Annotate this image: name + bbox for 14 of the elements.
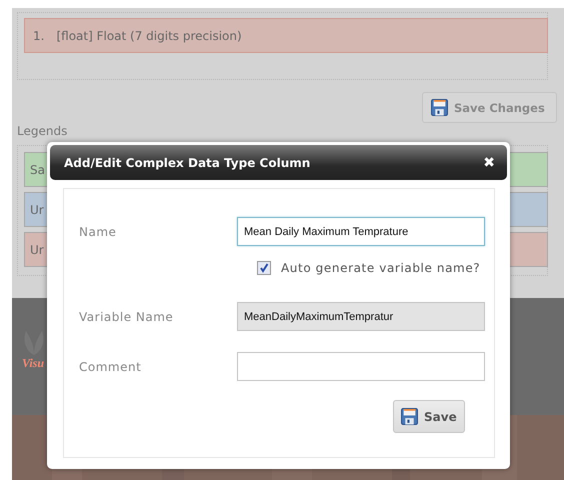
save-button[interactable]: Save [393,400,465,433]
leaf-icon [22,330,46,356]
input-field[interactable]: Mean Daily Maximum Temprature [237,217,485,246]
checkbox[interactable] [257,261,271,275]
close-button[interactable]: ✖ [483,154,495,170]
field-label: Comment [79,360,142,374]
item-number: 1. [33,28,44,42]
dialog-title: Add/Edit Complex Data Type Column [64,156,310,170]
input-field[interactable]: MeanDailyMaximumTempratur [237,302,485,331]
section-heading: Legends [17,124,68,140]
field-label: Variable Name [79,310,174,324]
logo-text: Visu [22,356,46,371]
data-type-label: [float] Float (7 digits precision) [56,28,242,42]
input-field[interactable] [237,352,485,381]
